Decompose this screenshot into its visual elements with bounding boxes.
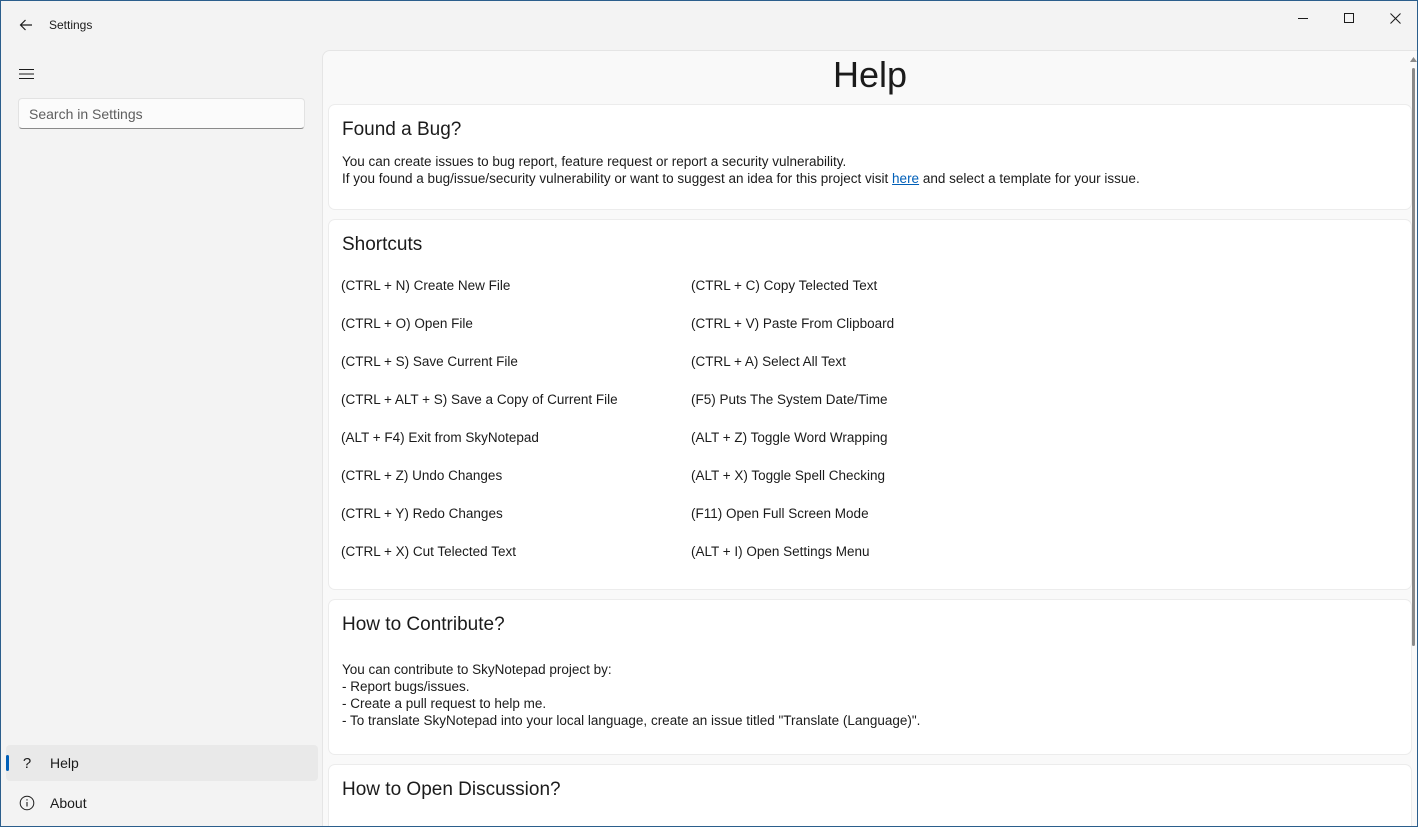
settings-window: Settings ? Help [0, 0, 1418, 827]
close-button[interactable] [1372, 1, 1417, 35]
here-link[interactable]: here [892, 171, 919, 186]
shortcut-item: (F11) Open Full Screen Mode [691, 506, 869, 521]
contribute-line: - Create a pull request to help me. [342, 696, 547, 711]
card-text: You can contribute to SkyNotepad project… [342, 661, 920, 729]
sidebar-item-about[interactable]: About [6, 785, 318, 821]
scroll-up-icon [1410, 57, 1417, 62]
help-icon: ? [22, 754, 32, 772]
selection-indicator [6, 755, 9, 771]
card-title: How to Open Discussion? [342, 779, 561, 800]
info-icon [18, 794, 36, 812]
contribute-line: - Report bugs/issues. [342, 679, 470, 694]
hamburger-menu-button[interactable] [11, 59, 41, 89]
shortcut-item: (CTRL + Y) Redo Changes [341, 506, 503, 521]
shortcut-item: (CTRL + C) Copy Telected Text [691, 278, 878, 293]
scrollbar-thumb[interactable] [1412, 68, 1415, 646]
card-title: Shortcuts [342, 234, 423, 255]
shortcut-item: (CTRL + V) Paste From Clipboard [691, 316, 895, 331]
shortcut-item: (CTRL + S) Save Current File [341, 354, 518, 369]
sidebar-item-label: Help [50, 755, 79, 771]
discussion-card: How to Open Discussion? [328, 764, 1412, 826]
shortcut-item: (CTRL + ALT + S) Save a Copy of Current … [341, 392, 618, 407]
maximize-button[interactable] [1326, 1, 1372, 35]
bug-text-line2-end: and select a template for your issue. [919, 171, 1140, 186]
page-title: Help [832, 54, 908, 95]
back-button[interactable] [11, 11, 41, 39]
app-title: Settings [49, 18, 93, 32]
bug-report-card: Found a Bug? You can create issues to bu… [328, 104, 1412, 210]
title-bar: Settings [1, 1, 1417, 49]
shortcut-item: (F5) Puts The System Date/Time [691, 392, 888, 407]
bug-text-line2: If you found a bug/issue/security vulner… [342, 171, 893, 186]
hamburger-icon [18, 68, 34, 80]
contribute-line: - To translate SkyNotepad into your loca… [342, 713, 921, 728]
close-icon [1389, 12, 1401, 24]
scroll-up-button[interactable] [1409, 55, 1417, 64]
content-pane: Help Found a Bug? You can create issues … [322, 50, 1417, 826]
shortcut-item: (CTRL + N) Create New File [341, 278, 511, 293]
shortcuts-card: Shortcuts (CTRL + N) Create New File (CT… [328, 219, 1412, 590]
contribute-card: How to Contribute? You can contribute to… [328, 599, 1412, 755]
search-input[interactable] [18, 98, 305, 129]
shortcut-item: (CTRL + A) Select All Text [691, 354, 846, 369]
bug-text-line1: You can create issues to bug report, fea… [342, 154, 847, 169]
minimize-icon [1298, 18, 1308, 19]
maximize-icon [1344, 13, 1354, 23]
contribute-line: You can contribute to SkyNotepad project… [342, 662, 612, 677]
shortcut-item: (ALT + Z) Toggle Word Wrapping [691, 430, 888, 445]
sidebar-item-label: About [50, 795, 87, 811]
shortcut-item: (ALT + I) Open Settings Menu [691, 544, 870, 559]
minimize-button[interactable] [1280, 1, 1326, 35]
card-title: Found a Bug? [342, 119, 462, 140]
card-title: How to Contribute? [342, 614, 505, 635]
shortcut-item: (ALT + F4) Exit from SkyNotepad [341, 430, 539, 445]
shortcut-item: (ALT + X) Toggle Spell Checking [691, 468, 885, 483]
back-arrow-icon [19, 19, 32, 31]
shortcut-item: (CTRL + O) Open File [341, 316, 473, 331]
shortcut-item: (CTRL + X) Cut Telected Text [341, 544, 516, 559]
card-text: You can create issues to bug report, fea… [342, 153, 1140, 187]
shortcut-item: (CTRL + Z) Undo Changes [341, 468, 503, 483]
sidebar-item-help[interactable]: ? Help [6, 745, 318, 781]
